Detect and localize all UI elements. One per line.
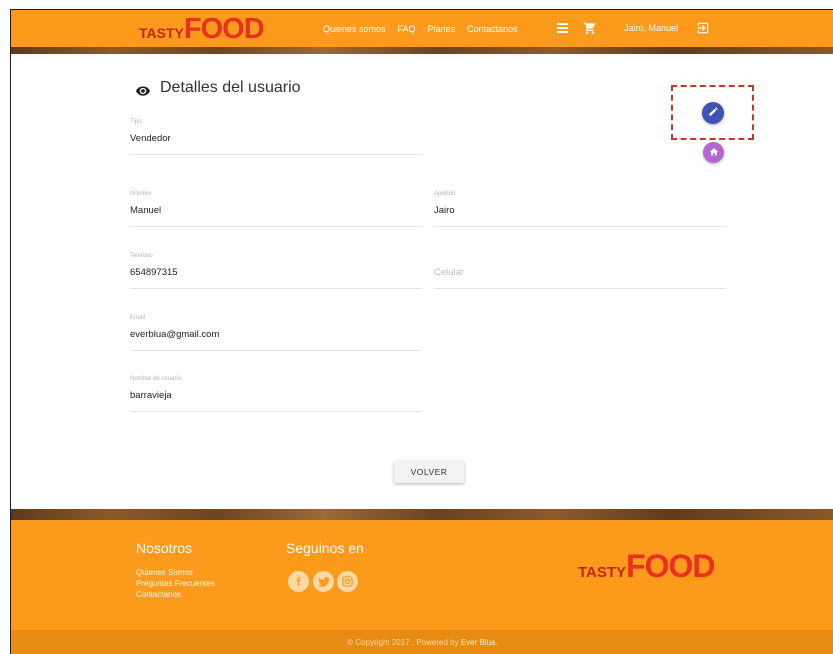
tipo-value: Vendedor: [130, 133, 171, 144]
twitter-icon[interactable]: [313, 571, 334, 592]
celular-field[interactable]: Celular: [434, 253, 726, 289]
user-menu[interactable]: Jairo, Manuel: [624, 10, 678, 47]
apellido-value: Jairo: [434, 205, 455, 216]
footer-seguinos-heading: Seguinos en: [286, 540, 364, 556]
nav-faq[interactable]: FAQ: [398, 24, 416, 34]
cart-icon[interactable]: [583, 21, 597, 35]
copyright-bar: © Copyright 2017 . Powered by Ever Blua.: [11, 630, 833, 654]
apellido-label: Apellido: [434, 191, 456, 197]
logout-icon[interactable]: [696, 21, 710, 35]
powered-by-link[interactable]: Ever Blua.: [461, 638, 498, 647]
nombre-label: Nombre: [130, 191, 152, 197]
home-icon: [709, 144, 719, 162]
pencil-icon: [708, 104, 719, 122]
app-frame: TASTY FOOD Quienes somos FAQ Planes Cont…: [10, 9, 833, 654]
footer-logo[interactable]: TASTY FOOD: [578, 548, 716, 585]
facebook-icon[interactable]: f: [288, 571, 309, 592]
telefono-field[interactable]: Telefono 654897315: [130, 253, 422, 289]
footer-link-quienes-somos[interactable]: Quienes Somos: [136, 567, 215, 578]
top-navbar: TASTY FOOD Quienes somos FAQ Planes Cont…: [11, 10, 833, 47]
tipo-label: Tipo: [130, 119, 142, 125]
nombre-field[interactable]: Nombre Manuel: [130, 191, 422, 227]
page-title: Detalles del usuario: [136, 79, 301, 97]
celular-placeholder: Celular: [434, 267, 465, 278]
footer-links: Quienes Somos Preguntas Frecuentes Conta…: [136, 567, 215, 600]
usuario-value: barravieja: [130, 390, 172, 401]
volver-button[interactable]: VOLVER: [394, 461, 464, 483]
instagram-icon[interactable]: [337, 571, 358, 592]
telefono-value: 654897315: [130, 267, 178, 278]
usuario-label: Nombre de usuario: [130, 376, 182, 382]
apellido-field[interactable]: Apellido Jairo: [434, 191, 726, 227]
email-label: Email: [130, 315, 146, 321]
header-wood-strip: [11, 47, 833, 54]
menu-icon[interactable]: [557, 21, 571, 35]
home-button[interactable]: [703, 142, 724, 163]
footer-wood-strip: [11, 509, 833, 520]
edit-button[interactable]: [702, 102, 724, 124]
main-nav: Quienes somos FAQ Planes Contactanos: [323, 10, 530, 47]
email-value: everblua@gmail.com: [130, 329, 220, 340]
nav-contactanos[interactable]: Contactanos: [467, 24, 518, 34]
email-field[interactable]: Email everblua@gmail.com: [130, 315, 422, 351]
footer-link-preguntas[interactable]: Preguntas Frecuentes: [136, 578, 215, 589]
footer-nosotros-heading: Nosotros: [136, 540, 193, 556]
eye-icon: [136, 83, 150, 96]
nombre-value: Manuel: [130, 205, 162, 216]
header-logo[interactable]: TASTY FOOD: [139, 13, 265, 46]
tipo-field[interactable]: Tipo Vendedor: [130, 119, 422, 155]
nav-planes[interactable]: Planes: [428, 24, 456, 34]
page-title-text: Detalles del usuario: [160, 79, 301, 96]
nav-quienes-somos[interactable]: Quienes somos: [323, 24, 386, 34]
footer-link-contactanos[interactable]: Contactanos: [136, 589, 215, 600]
telefono-label: Telefono: [130, 253, 153, 259]
copyright-text: © Copyright 2017 . Powered by: [347, 638, 459, 647]
usuario-field[interactable]: Nombre de usuario barravieja: [130, 376, 422, 412]
